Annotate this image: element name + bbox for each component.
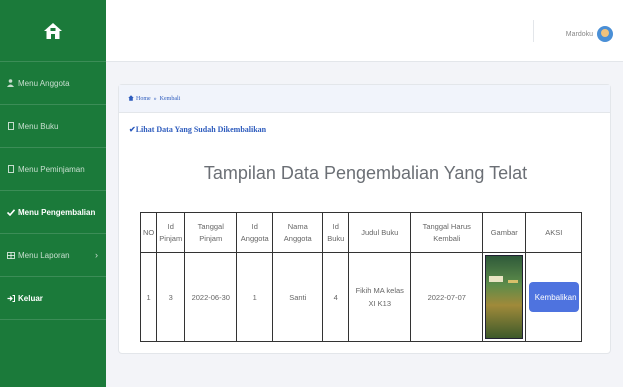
sidebar-item-keluar[interactable]: Keluar: [0, 277, 106, 320]
cell-aksi: Kembalikan: [525, 252, 583, 342]
cell-no: 1: [139, 252, 158, 342]
kembalikan-button[interactable]: Kembalikan: [528, 282, 579, 312]
breadcrumb-current[interactable]: Kembali: [160, 96, 181, 102]
col-header: Judul Buku: [348, 212, 412, 253]
sidebar-item-pengembalian[interactable]: Menu Pengembalian: [0, 191, 106, 234]
topbar-divider: [533, 20, 534, 42]
late-return-table: NO Id Pinjam Tanggal Pinjam Id Anggota N…: [139, 212, 583, 342]
home-icon: [44, 22, 62, 39]
book-icon: [6, 122, 15, 131]
cell-id-buku: 4: [322, 252, 350, 342]
home-brand[interactable]: [0, 0, 106, 62]
user-icon: [6, 79, 15, 88]
col-header: Id Anggota: [236, 212, 274, 253]
cell-gambar: [482, 252, 527, 342]
link-text: Lihat Data Yang Sudah Dikembalikan: [135, 125, 267, 134]
col-header: Id Pinjam: [156, 212, 186, 253]
col-header: Gambar: [482, 212, 527, 253]
breadcrumb: Home » Kembali: [119, 85, 610, 113]
col-header: Tanggal Harus Kembali: [410, 212, 484, 253]
col-header: Tanggal Pinjam: [184, 212, 238, 253]
returned-data-link[interactable]: ✔Lihat Data Yang Sudah Dikembalikan: [129, 125, 266, 134]
topbar: Mardoku: [106, 0, 623, 62]
chevron-right-icon: ›: [95, 250, 98, 260]
cell-id-anggota: 1: [236, 252, 274, 342]
col-header: Nama Anggota: [272, 212, 324, 253]
breadcrumb-separator: »: [153, 95, 157, 102]
home-icon: [128, 94, 134, 103]
breadcrumb-home[interactable]: Home: [136, 96, 151, 102]
col-header: Id Buku: [322, 212, 350, 253]
username: Mardoku: [565, 30, 593, 38]
sidebar-item-label: Menu Pengembalian: [18, 207, 96, 217]
sidebar-item-label: Menu Laporan: [18, 250, 70, 260]
table-icon: [6, 251, 15, 260]
col-header: AKSI: [525, 212, 583, 253]
book-icon: [6, 165, 15, 174]
logout-icon: [6, 294, 15, 303]
content-card: Home » Kembali ✔Lihat Data Yang Sudah Di…: [118, 84, 611, 354]
avatar[interactable]: [597, 26, 613, 42]
sidebar-item-label: Menu Anggota: [18, 78, 70, 88]
check-icon: ✔: [129, 125, 136, 134]
sidebar-item-laporan[interactable]: Menu Laporan ›: [0, 234, 106, 277]
check-icon: [6, 208, 15, 217]
cell-judul-buku: Fikih MA kelas XI K13: [348, 252, 412, 342]
cell-nama-anggota: Santi: [272, 252, 324, 342]
col-header: NO: [139, 212, 158, 253]
cell-tanggal-kembali: 2022-07-07: [410, 252, 484, 342]
sidebar-item-label: Keluar: [18, 293, 43, 303]
book-cover-image: [485, 255, 524, 339]
cell-id-pinjam: 3: [156, 252, 186, 342]
sidebar: Menu Anggota Menu Buku Menu Peminjaman M…: [0, 0, 106, 387]
page-title: Tampilan Data Pengembalian Yang Telat: [203, 163, 528, 183]
sidebar-item-buku[interactable]: Menu Buku: [0, 105, 106, 148]
user-menu[interactable]: Mardoku: [566, 26, 613, 42]
sidebar-item-anggota[interactable]: Menu Anggota: [0, 62, 106, 105]
sidebar-item-label: Menu Buku: [18, 121, 59, 131]
sidebar-item-label: Menu Peminjaman: [18, 164, 85, 174]
sidebar-item-peminjaman[interactable]: Menu Peminjaman: [0, 148, 106, 191]
table-row: 1 3 2022-06-30 1 Santi 4 Fikih MA kelas …: [139, 252, 583, 342]
table-header-row: NO Id Pinjam Tanggal Pinjam Id Anggota N…: [139, 212, 583, 253]
cell-tanggal-pinjam: 2022-06-30: [184, 252, 238, 342]
